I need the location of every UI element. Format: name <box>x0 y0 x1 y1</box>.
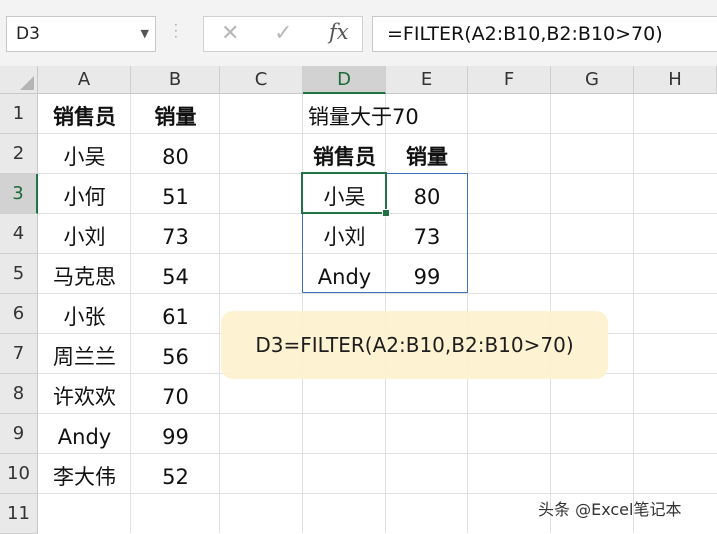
cell-a10[interactable]: 李大伟 <box>38 457 131 497</box>
cell-b6[interactable]: 61 <box>131 297 220 337</box>
row-header-10[interactable]: 10 <box>0 454 38 494</box>
column-header-e[interactable]: E <box>386 66 468 94</box>
column-header-b[interactable]: B <box>131 66 220 94</box>
cell-a4[interactable]: 小刘 <box>38 217 131 257</box>
formula-buttons: ✕ ✓ fx <box>203 16 363 52</box>
column-header-a[interactable]: A <box>38 66 131 94</box>
cell-e2[interactable]: 销量 <box>386 137 468 177</box>
cell-a1[interactable]: 销售员 <box>38 97 131 137</box>
formula-input[interactable]: =FILTER(A2:B10,B2:B10>70) <box>372 16 717 52</box>
row-header-3[interactable]: 3 <box>0 174 38 214</box>
column-header-h[interactable]: H <box>634 66 717 94</box>
row-header-8[interactable]: 8 <box>0 374 38 414</box>
row-header-1[interactable]: 1 <box>0 94 38 134</box>
enter-icon[interactable]: ✓ <box>274 21 292 46</box>
column-header-f[interactable]: F <box>468 66 551 94</box>
column-header-c[interactable]: C <box>220 66 303 94</box>
cell-a8[interactable]: 许欢欢 <box>38 377 131 417</box>
formula-text: =FILTER(A2:B10,B2:B10>70) <box>387 23 663 45</box>
cell-a7[interactable]: 周兰兰 <box>38 337 131 377</box>
column-header-g[interactable]: G <box>551 66 634 94</box>
formula-bar: D3 ▼ · · · ✕ ✓ fx =FILTER(A2:B10,B2:B10>70… <box>0 0 717 67</box>
cell-a6[interactable]: 小张 <box>38 297 131 337</box>
select-all-corner[interactable] <box>0 66 38 94</box>
cell-d2[interactable]: 销售员 <box>303 137 386 177</box>
watermark: 头条 @Excel笔记本 <box>538 500 682 519</box>
formula-callout: D3=FILTER(A2:B10,B2:B10>70) <box>221 311 608 379</box>
row-header-5[interactable]: 5 <box>0 254 38 294</box>
fill-handle[interactable] <box>382 209 390 217</box>
column-header-d[interactable]: D <box>303 66 386 94</box>
cell-b9[interactable]: 99 <box>131 417 220 457</box>
insert-function-icon[interactable]: fx <box>329 20 349 44</box>
select-all-icon <box>20 76 34 90</box>
cell-a3[interactable]: 小何 <box>38 177 131 217</box>
row-header-7[interactable]: 7 <box>0 334 38 374</box>
cell-a2[interactable]: 小吴 <box>38 137 131 177</box>
cell-b10[interactable]: 52 <box>131 457 220 497</box>
cell-b2[interactable]: 80 <box>131 137 220 177</box>
gridline <box>633 94 634 533</box>
cell-b5[interactable]: 54 <box>131 257 220 297</box>
row-header-6[interactable]: 6 <box>0 294 38 334</box>
cell-b3[interactable]: 51 <box>131 177 220 217</box>
cell-b4[interactable]: 73 <box>131 217 220 257</box>
cell-b1[interactable]: 销量 <box>131 97 220 137</box>
row-header-9[interactable]: 9 <box>0 414 38 454</box>
cell-d1[interactable]: 销量大于70 <box>303 97 468 137</box>
active-cell-indicator <box>301 172 387 214</box>
name-box-value: D3 <box>16 24 40 44</box>
cell-b8[interactable]: 70 <box>131 377 220 417</box>
cell-b7[interactable]: 56 <box>131 337 220 377</box>
formula-callout-text: D3=FILTER(A2:B10,B2:B10>70) <box>255 333 574 357</box>
row-header-2[interactable]: 2 <box>0 134 38 174</box>
grip-dots-icon[interactable]: · · · <box>174 19 180 46</box>
name-box[interactable]: D3 ▼ <box>6 16 156 52</box>
cell-a9[interactable]: Andy <box>38 417 131 457</box>
cell-a5[interactable]: 马克思 <box>38 257 131 297</box>
row-header-11[interactable]: 11 <box>0 494 38 534</box>
cancel-icon[interactable]: ✕ <box>221 21 239 46</box>
row-header-4[interactable]: 4 <box>0 214 38 254</box>
chevron-down-icon[interactable]: ▼ <box>141 27 149 40</box>
